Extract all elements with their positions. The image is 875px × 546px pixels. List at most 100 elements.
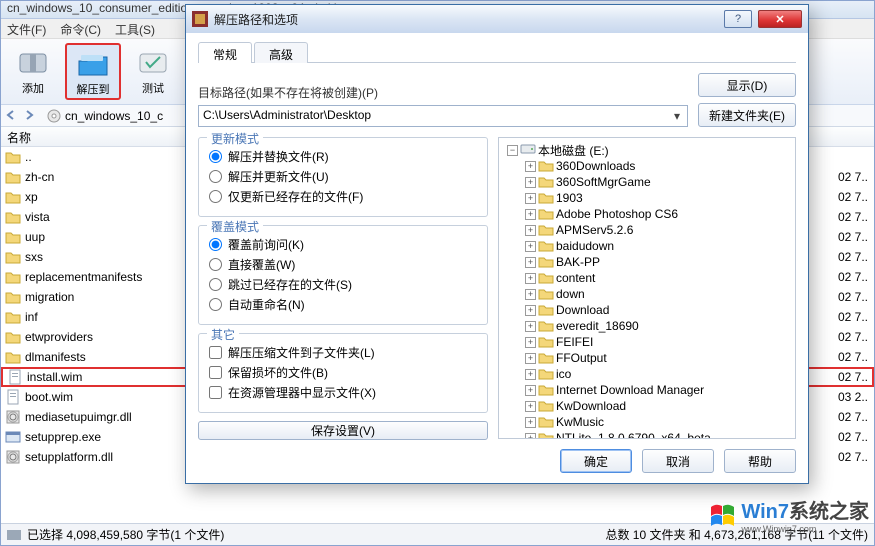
expand-icon[interactable]: + (525, 417, 536, 428)
extract-dialog: 解压路径和选项 ? ✕ 常规 高级 目标路径(如果不存在将被创建)(P) C:\… (185, 4, 809, 484)
expand-icon[interactable]: + (525, 257, 536, 268)
file-date: 02 7.. (838, 430, 868, 444)
opt-existing[interactable]: 仅更新已经存在的文件(F) (209, 186, 477, 206)
opt-subfolder[interactable]: 解压压缩文件到子文件夹(L) (209, 342, 477, 362)
expand-icon[interactable]: + (525, 433, 536, 440)
expand-icon[interactable]: + (525, 353, 536, 364)
opt-rename[interactable]: 自动重命名(N) (209, 294, 477, 314)
folder-icon (538, 335, 554, 349)
opt-skip[interactable]: 跳过已经存在的文件(S) (209, 274, 477, 294)
arrow-left-icon[interactable] (5, 109, 19, 123)
dialog-help-button[interactable]: 帮助 (724, 449, 796, 473)
folder-icon (5, 229, 21, 245)
folder-icon (5, 149, 21, 165)
tree-item[interactable]: +FEIFEI (501, 334, 793, 350)
expand-icon[interactable]: + (525, 401, 536, 412)
opt-direct[interactable]: 直接覆盖(W) (209, 254, 477, 274)
extract-button[interactable]: 解压到 (65, 43, 121, 100)
file-date: 02 7.. (838, 210, 868, 224)
expand-icon[interactable]: + (525, 225, 536, 236)
misc-legend: 其它 (207, 326, 239, 343)
tree-item[interactable]: +KwMusic (501, 414, 793, 430)
tree-item[interactable]: +NTLite_1.8.0.6790_x64_beta (501, 430, 793, 439)
expand-icon[interactable]: + (525, 369, 536, 380)
folder-icon (5, 189, 21, 205)
folder-icon (538, 415, 554, 429)
tab-general[interactable]: 常规 (198, 42, 252, 63)
opt-update[interactable]: 解压并更新文件(U) (209, 166, 477, 186)
menu-command[interactable]: 命令(C) (60, 21, 101, 36)
tab-advanced[interactable]: 高级 (254, 42, 308, 63)
folder-icon (5, 269, 21, 285)
chevron-down-icon[interactable]: ▾ (669, 108, 685, 124)
dialog-titlebar[interactable]: 解压路径和选项 ? ✕ (186, 5, 808, 33)
opt-showexplorer[interactable]: 在资源管理器中显示文件(X) (209, 382, 477, 402)
folder-icon (5, 329, 21, 345)
collapse-icon[interactable]: − (507, 145, 518, 156)
tree-item[interactable]: +Download (501, 302, 793, 318)
status-icon (7, 530, 21, 540)
file-name: vista (25, 210, 50, 224)
file-date: 02 7.. (838, 310, 868, 324)
file-date: 02 7.. (838, 290, 868, 304)
test-icon (135, 47, 171, 78)
expand-icon[interactable]: + (525, 385, 536, 396)
save-settings-button[interactable]: 保存设置(V) (198, 421, 488, 440)
tree-item[interactable]: +baidudown (501, 238, 793, 254)
tree-item[interactable]: +Internet Download Manager (501, 382, 793, 398)
expand-icon[interactable]: + (525, 177, 536, 188)
file-date: 02 7.. (838, 250, 868, 264)
expand-icon[interactable]: + (525, 193, 536, 204)
tree-root[interactable]: −本地磁盘 (E:) (501, 142, 793, 158)
path-input[interactable]: C:\Users\Administrator\Desktop ▾ (198, 105, 688, 127)
tree-item[interactable]: +360SoftMgrGame (501, 174, 793, 190)
tree-item[interactable]: +FFOutput (501, 350, 793, 366)
tree-item[interactable]: +APMServ5.2.6 (501, 222, 793, 238)
extract-icon (75, 47, 111, 79)
file-tab[interactable]: cn_windows_10_c (41, 108, 169, 124)
file-name: dlmanifests (25, 350, 86, 364)
close-button[interactable]: ✕ (758, 10, 802, 28)
ok-button[interactable]: 确定 (560, 449, 632, 473)
tree-item[interactable]: +content (501, 270, 793, 286)
folder-tree[interactable]: −本地磁盘 (E:)+360Downloads+360SoftMgrGame+1… (498, 137, 796, 439)
overwrite-mode-group: 覆盖模式 覆盖前询问(K) 直接覆盖(W) 跳过已经存在的文件(S) 自动重命名… (198, 225, 488, 325)
show-button[interactable]: 显示(D) (698, 73, 796, 97)
folder-icon (538, 271, 554, 285)
expand-icon[interactable]: + (525, 289, 536, 300)
help-button-titlebar[interactable]: ? (724, 10, 752, 28)
opt-replace[interactable]: 解压并替换文件(R) (209, 146, 477, 166)
expand-icon[interactable]: + (525, 273, 536, 284)
expand-icon[interactable]: + (525, 241, 536, 252)
folder-icon (5, 309, 21, 325)
folder-icon (538, 207, 554, 221)
expand-icon[interactable]: + (525, 209, 536, 220)
tree-item[interactable]: +ico (501, 366, 793, 382)
folder-icon (538, 175, 554, 189)
expand-icon[interactable]: + (525, 305, 536, 316)
tree-item[interactable]: +360Downloads (501, 158, 793, 174)
new-folder-button[interactable]: 新建文件夹(E) (698, 103, 796, 127)
cancel-button[interactable]: 取消 (642, 449, 714, 473)
tree-item[interactable]: +BAK-PP (501, 254, 793, 270)
tree-item[interactable]: +KwDownload (501, 398, 793, 414)
arrow-right-icon[interactable] (23, 109, 37, 123)
tree-item[interactable]: +down (501, 286, 793, 302)
test-button[interactable]: 测试 (125, 43, 181, 100)
expand-icon[interactable]: + (525, 337, 536, 348)
menu-tools[interactable]: 工具(S) (115, 21, 155, 36)
expand-icon[interactable]: + (525, 321, 536, 332)
opt-keepbroken[interactable]: 保留损坏的文件(B) (209, 362, 477, 382)
drive-icon (520, 143, 536, 157)
file-name: etwproviders (25, 330, 93, 344)
file-date: 02 7.. (838, 410, 868, 424)
tree-item[interactable]: +everedit_18690 (501, 318, 793, 334)
add-button[interactable]: 添加 (5, 43, 61, 100)
menu-file[interactable]: 文件(F) (7, 21, 46, 36)
file-name: uup (25, 230, 45, 244)
path-label: 目标路径(如果不存在将被创建)(P) (198, 84, 688, 101)
opt-ask[interactable]: 覆盖前询问(K) (209, 234, 477, 254)
tree-item[interactable]: +1903 (501, 190, 793, 206)
expand-icon[interactable]: + (525, 161, 536, 172)
tree-item[interactable]: +Adobe Photoshop CS6 (501, 206, 793, 222)
